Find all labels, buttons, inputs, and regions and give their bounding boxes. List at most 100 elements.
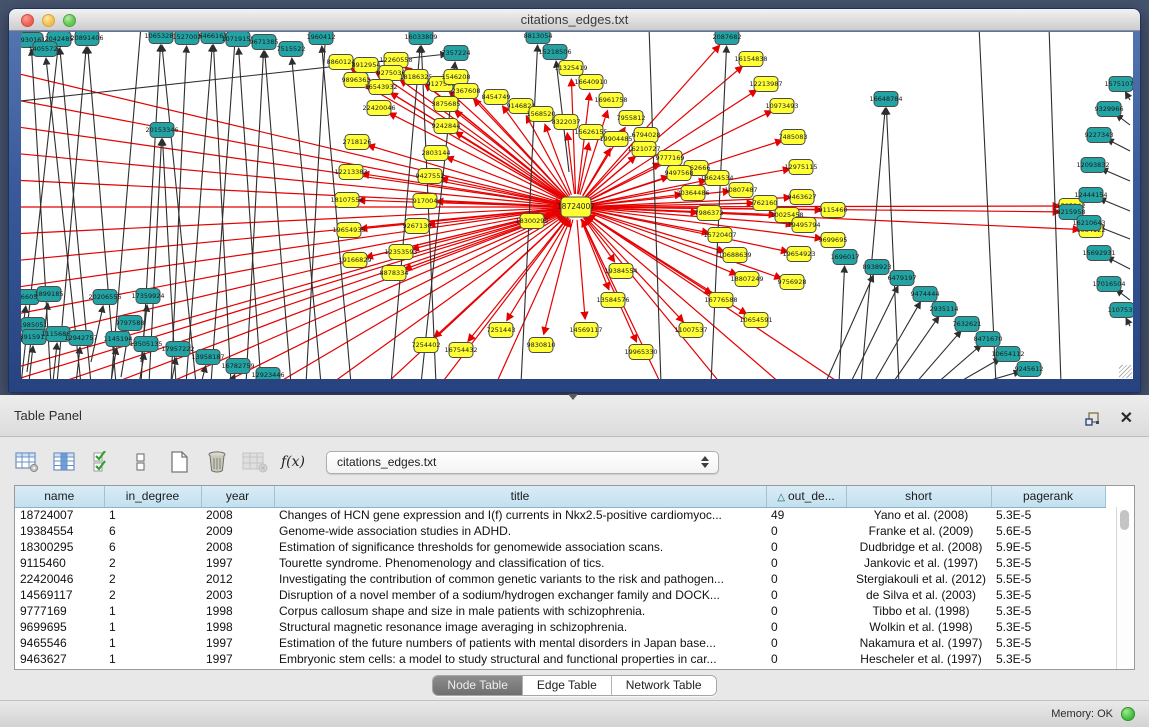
network-node[interactable]: 6479197 [888,271,917,286]
table-cell[interactable]: 2012 [201,571,274,587]
network-node[interactable]: 1145194 [104,332,133,347]
table-cell[interactable]: 2 [104,587,201,603]
network-node[interactable]: 10688639 [718,248,751,263]
network-graph[interactable]: 1872400718300295193845542242004698963632… [21,32,1133,379]
table-cell[interactable]: 5.3E-5 [991,651,1105,667]
table-cell[interactable]: Hescheler et al. (1997) [846,651,991,667]
network-node[interactable]: 19166829 [338,253,371,268]
table-cell[interactable]: 2 [104,571,201,587]
network-node[interactable]: 7955812 [617,111,646,126]
network-node[interactable]: 16776588 [704,293,737,308]
table-row[interactable]: 1872400712008Changes of HCN gene express… [15,507,1105,523]
network-node[interactable]: 1696017 [831,250,860,265]
table-cell[interactable]: 19384554 [15,523,104,539]
network-node[interactable]: 1960412 [307,32,336,45]
table-cell[interactable]: 9777169 [15,603,104,619]
network-node[interactable]: 9245612 [1015,362,1044,377]
network-node[interactable]: 2803144 [422,146,451,161]
network-node[interactable]: 2367608 [452,84,481,99]
network-node[interactable]: 1899185 [35,287,64,302]
new-table-icon[interactable] [166,449,192,475]
network-node[interactable]: 9671385 [250,35,279,50]
network-node[interactable]: 10654112 [991,347,1024,362]
table-row[interactable]: 946554611997Estimation of the future num… [15,635,1105,651]
table-cell[interactable]: Wolkin et al. (1998) [846,619,991,635]
table-row[interactable]: 977716911998Corpus callosum shape and si… [15,603,1105,619]
network-node[interactable]: 19654935 [332,223,365,238]
network-node[interactable]: 9242844 [432,119,461,134]
network-node[interactable]: 9427552 [416,169,445,184]
table-cell[interactable]: 22420046 [15,571,104,587]
deselect-all-icon[interactable] [128,449,154,475]
column-header-name[interactable]: name [15,486,104,507]
network-node[interactable]: 9699695 [819,233,848,248]
table-cell[interactable]: 18724007 [15,507,104,523]
network-node[interactable]: 9463627 [788,190,817,205]
table-cell[interactable]: Estimation of the future numbers of pati… [274,635,766,651]
column-header-out-de-[interactable]: △out_de... [766,486,846,507]
network-node[interactable]: 8471670 [974,332,1003,347]
table-cell[interactable]: Nakamura et al. (1997) [846,635,991,651]
show-columns-icon[interactable] [52,449,78,475]
network-node[interactable]: 16210643 [1072,216,1105,231]
column-header-pagerank[interactable]: pagerank [991,486,1105,507]
tab-edge-table[interactable]: Edge Table [523,676,612,695]
memory-status-indicator[interactable] [1121,707,1135,721]
network-node[interactable]: 9115460 [819,203,848,218]
import-table-icon[interactable] [242,449,268,475]
table-cell[interactable]: 18300295 [15,539,104,555]
column-header-short[interactable]: short [846,486,991,507]
table-cell[interactable]: 5.6E-5 [991,523,1105,539]
table-cell[interactable]: Dudbridge et al. (2008) [846,539,991,555]
table-cell[interactable]: 1998 [201,603,274,619]
table-cell[interactable]: Embryonic stem cells: a model to study s… [274,651,766,667]
table-cell[interactable]: 2 [104,555,201,571]
table-cell[interactable]: Stergiakouli et al. (2012) [846,571,991,587]
network-node[interactable]: 13584576 [596,293,629,308]
table-cell[interactable]: 0 [766,619,846,635]
table-cell[interactable]: 0 [766,555,846,571]
table-cell[interactable]: 5.3E-5 [991,507,1105,523]
float-panel-icon[interactable] [1080,406,1106,432]
table-cell[interactable]: 1 [104,619,201,635]
network-node[interactable]: 7357224 [442,46,471,61]
network-node[interactable]: 9267130 [403,219,432,234]
network-node[interactable]: 7986372 [695,206,724,221]
network-node[interactable]: 15218506 [538,45,571,60]
network-node[interactable]: 9227343 [1085,128,1114,143]
network-node[interactable]: 13958187 [191,350,224,365]
network-node[interactable]: 20153346 [145,123,178,138]
network-node[interactable]: 18807249 [730,272,763,287]
delete-table-icon[interactable] [204,449,230,475]
network-node[interactable]: 12923446 [251,368,284,380]
table-cell[interactable]: 9699695 [15,619,104,635]
table-cell[interactable]: 1 [104,635,201,651]
table-cell[interactable]: Corpus callosum shape and size in male p… [274,603,766,619]
network-node[interactable]: 18107554 [330,193,363,208]
table-cell[interactable]: Franke et al. (2009) [846,523,991,539]
network-node[interactable]: 762160 [753,196,778,211]
table-cell[interactable]: 6 [104,539,201,555]
tab-network-table[interactable]: Network Table [612,676,716,695]
table-cell[interactable]: 14569117 [15,587,104,603]
network-node[interactable]: 1107533 [1108,303,1133,318]
table-cell[interactable]: 49 [766,507,846,523]
table-row[interactable]: 2242004622012Investigating the contribut… [15,571,1105,587]
table-cell[interactable]: 6 [104,523,201,539]
network-node[interactable]: 16640910 [574,75,607,90]
network-node[interactable]: 1527002 [173,32,202,45]
table-cell[interactable]: Yano et al. (2008) [846,507,991,523]
network-node[interactable]: 7632621 [953,317,982,332]
table-cell[interactable]: 1997 [201,555,274,571]
splitter-handle-icon[interactable] [568,394,578,400]
table-cell[interactable]: 5.3E-5 [991,635,1105,651]
table-cell[interactable]: 1998 [201,619,274,635]
table-cell[interactable]: Genome-wide association studies in ADHD. [274,523,766,539]
table-cell[interactable]: de Silva et al. (2003) [846,587,991,603]
table-header-row[interactable]: namein_degreeyeartitle△out_de...shortpag… [15,486,1105,507]
table-cell[interactable]: 9463627 [15,651,104,667]
column-settings-icon[interactable] [14,449,40,475]
network-window-titlebar[interactable]: citations_edges.txt [9,9,1140,31]
network-node[interactable]: 15751074 [1104,77,1133,92]
canvas-resize-grip[interactable] [1119,365,1132,378]
